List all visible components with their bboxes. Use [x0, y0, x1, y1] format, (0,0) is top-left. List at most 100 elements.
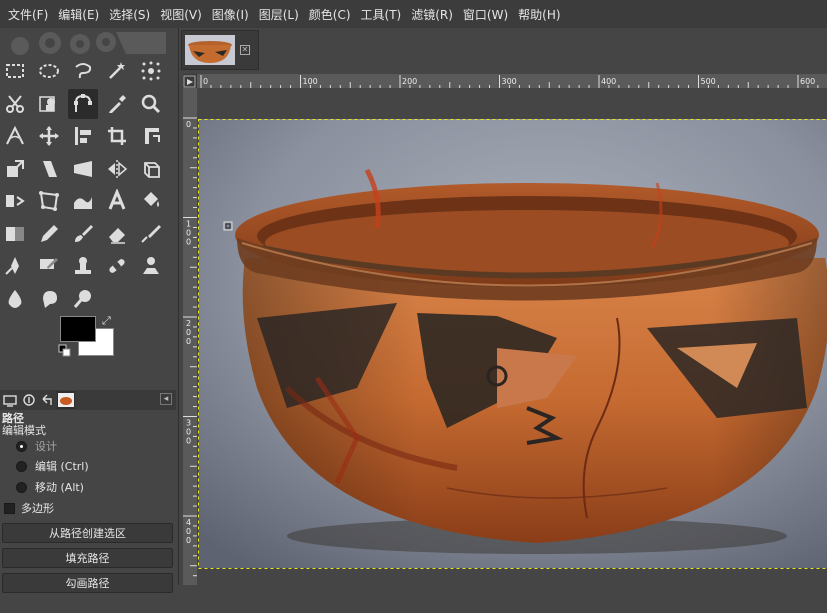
- menu-item-1[interactable]: 编辑(E): [53, 6, 104, 23]
- image-thumbnail-icon: [185, 35, 235, 65]
- menu-item-10[interactable]: 帮助(H): [513, 6, 565, 23]
- ink-icon[interactable]: [0, 251, 30, 281]
- edit-mode-label: 编辑模式: [2, 422, 46, 438]
- mode-move-label: 移动 (Alt): [35, 479, 84, 495]
- radio-dot: [16, 461, 27, 472]
- text-icon[interactable]: [102, 186, 132, 216]
- radio-dot: [16, 482, 27, 493]
- device-status-tab-icon[interactable]: [20, 391, 38, 409]
- ellipse-select-icon[interactable]: [34, 56, 64, 86]
- swap-colors-icon[interactable]: ⤢: [102, 314, 111, 328]
- menu-item-8[interactable]: 滤镜(R): [406, 6, 458, 23]
- menu-item-2[interactable]: 选择(S): [104, 6, 155, 23]
- ruler-h-label: 0: [203, 77, 208, 86]
- pencil-icon[interactable]: [34, 219, 64, 249]
- dock-tabs: ◂: [0, 390, 176, 410]
- undo-history-tab-icon[interactable]: [38, 391, 56, 409]
- ruler-v-label: 100: [186, 220, 191, 247]
- vertical-ruler[interactable]: 0 100 200 300 400: [183, 88, 197, 585]
- gradient-icon[interactable]: [0, 219, 30, 249]
- close-tab-icon[interactable]: ✕: [240, 45, 250, 55]
- ruler-h-label: 500: [701, 77, 716, 86]
- ruler-v-label: 400: [186, 518, 191, 545]
- menu-item-5[interactable]: 图层(L): [254, 6, 304, 23]
- canvas-area[interactable]: [197, 88, 827, 585]
- ruler-h-label: 400: [601, 77, 616, 86]
- color-picker-icon[interactable]: [102, 89, 132, 119]
- scale-icon[interactable]: [0, 154, 30, 184]
- ruler-h-label: 200: [402, 77, 417, 86]
- ruler-h-label: 300: [502, 77, 517, 86]
- align-icon[interactable]: [68, 121, 98, 151]
- menu-item-6[interactable]: 颜色(C): [304, 6, 356, 23]
- rect-select-icon[interactable]: [0, 56, 30, 86]
- horizontal-ruler[interactable]: 0100200300400500600: [197, 74, 827, 88]
- perspective-clone-icon[interactable]: [136, 251, 166, 281]
- tool-options-panel: 路径 编辑模式 设计 编辑 (Ctrl) 移动 (Alt) 多边形 从路径创建选…: [0, 410, 176, 613]
- pottery-bowl-image[interactable]: [197, 88, 827, 585]
- foreground-select-icon[interactable]: [34, 89, 64, 119]
- measure-icon[interactable]: [0, 121, 30, 151]
- menu-item-3[interactable]: 视图(V): [155, 6, 207, 23]
- airbrush-icon[interactable]: [136, 219, 166, 249]
- menu-item-7[interactable]: 工具(T): [356, 6, 407, 23]
- menu-item-4[interactable]: 图像(I): [207, 6, 254, 23]
- flip-icon[interactable]: [102, 154, 132, 184]
- 3d-transform-icon[interactable]: [136, 154, 166, 184]
- polygonal-label: 多边形: [21, 500, 54, 516]
- horizontal-ruler-ticks: 0100200300400500600: [197, 75, 827, 88]
- mode-edit-label: 编辑 (Ctrl): [35, 458, 89, 474]
- mypaint-brush-icon[interactable]: [34, 251, 64, 281]
- foreground-color-swatch[interactable]: [60, 316, 96, 342]
- radio-dot: [16, 441, 27, 452]
- mode-design-label: 设计: [35, 438, 57, 454]
- ruler-corner[interactable]: [183, 74, 197, 88]
- fill-path-button[interactable]: 填充路径: [2, 548, 173, 568]
- dodge-burn-icon[interactable]: [68, 284, 98, 314]
- perspective-icon[interactable]: [68, 154, 98, 184]
- images-tab-icon[interactable]: [57, 391, 75, 409]
- warp-icon[interactable]: [68, 186, 98, 216]
- vertical-ruler-ticks: 0 100 200 300 400: [183, 88, 197, 585]
- tool-options-tab-icon[interactable]: [1, 391, 19, 409]
- mode-design-radio[interactable]: 设计: [16, 438, 57, 454]
- zoom-icon[interactable]: [136, 89, 166, 119]
- fuzzy-select-icon[interactable]: [102, 56, 132, 86]
- color-area: ⤢: [58, 314, 118, 368]
- selection-from-path-button[interactable]: 从路径创建选区: [2, 523, 173, 543]
- dock-menu-icon[interactable]: ◂: [160, 393, 172, 405]
- crop-icon[interactable]: [102, 121, 132, 151]
- move-icon[interactable]: [34, 121, 64, 151]
- ruler-v-label: 200: [186, 319, 191, 346]
- wilber-logo-icon: [6, 30, 166, 56]
- default-colors-icon[interactable]: [58, 344, 72, 358]
- free-select-icon[interactable]: [68, 56, 98, 86]
- paths-icon[interactable]: [68, 89, 98, 119]
- ruler-v-label: 0: [186, 120, 191, 129]
- mode-edit-radio[interactable]: 编辑 (Ctrl): [16, 458, 89, 474]
- rotate-icon[interactable]: [136, 121, 166, 151]
- ruler-v-label: 300: [186, 419, 191, 446]
- ruler-h-label: 100: [303, 77, 318, 86]
- shear-icon[interactable]: [34, 154, 64, 184]
- eraser-icon[interactable]: [102, 219, 132, 249]
- image-tab[interactable]: ✕: [181, 30, 259, 70]
- cage-transform-icon[interactable]: [34, 186, 64, 216]
- clone-icon[interactable]: [68, 251, 98, 281]
- menu-item-9[interactable]: 窗口(W): [458, 6, 513, 23]
- smudge-icon[interactable]: [34, 284, 64, 314]
- scissors-select-icon[interactable]: [0, 89, 30, 119]
- blur-icon[interactable]: [0, 284, 30, 314]
- heal-icon[interactable]: [102, 251, 132, 281]
- image-window: ✕ 0100200300400500600 0100200300400: [178, 28, 827, 585]
- stroke-path-button[interactable]: 勾画路径: [2, 573, 173, 593]
- warp-transform-icon[interactable]: [0, 186, 30, 216]
- color-select-icon[interactable]: [136, 56, 166, 86]
- menubar: 文件(F)编辑(E)选择(S)视图(V)图像(I)图层(L)颜色(C)工具(T)…: [0, 0, 827, 28]
- menu-item-0[interactable]: 文件(F): [3, 6, 53, 23]
- toolbox: ⤢ ◂ 路径 编辑模式 设计 编辑 (Ctrl): [0, 28, 176, 585]
- polygonal-checkbox[interactable]: 多边形: [4, 500, 54, 516]
- paintbrush-icon[interactable]: [68, 219, 98, 249]
- bucket-fill-icon[interactable]: [136, 186, 166, 216]
- mode-move-radio[interactable]: 移动 (Alt): [16, 479, 84, 495]
